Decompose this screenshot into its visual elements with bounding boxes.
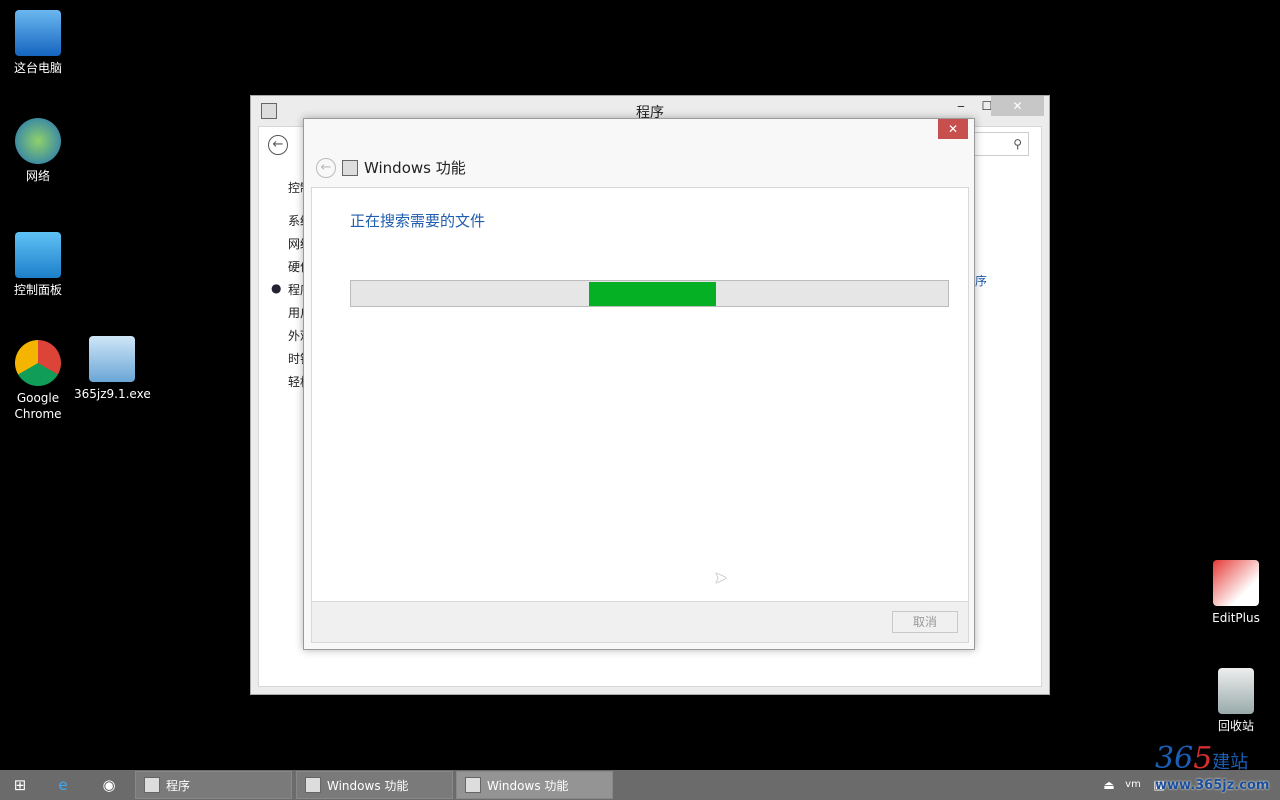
back-icon[interactable]: ← [268,135,288,155]
search-box[interactable]: ⚲ [969,132,1029,156]
vm-tray-icon[interactable]: vm [1122,774,1144,796]
windows-features-dialog: ✕ ← Windows 功能 正在搜索需要的文件 取消 [303,118,975,650]
dialog-footer: 取消 [311,601,969,643]
chrome-icon [15,340,61,386]
window-icon [305,777,321,793]
current-bullet: ● [271,281,282,295]
taskbar-item-windows-features[interactable]: Windows 功能 [296,771,453,799]
status-message: 正在搜索需要的文件 [350,212,486,230]
dialog-content: 正在搜索需要的文件 [311,187,969,601]
chrome-taskbar-icon[interactable]: ◉ [98,774,120,796]
usb-tray-icon[interactable]: ⏏ [1098,774,1120,796]
network-icon [15,118,61,164]
desktop-icon-editplus[interactable]: EditPlus [1198,560,1274,626]
taskbar: ⊞ e ◉ 程序 Windows 功能 Windows 功能 ⏏ vm ▣ [0,770,1280,800]
start-button[interactable]: ⊞ [9,774,31,796]
back-icon[interactable]: ← [316,157,336,178]
desktop-icon-control-panel[interactable]: 控制面板 [0,232,76,298]
cancel-button[interactable]: 取消 [892,611,958,633]
desktop-icon-chrome[interactable]: Google Chrome [0,340,76,422]
taskbar-item-windows-features-active[interactable]: Windows 功能 [456,771,613,799]
close-button[interactable]: ✕ [991,96,1044,116]
desktop-icon-network[interactable]: 网络 [0,118,76,184]
window-icon [465,777,481,793]
mouse-cursor: ➤ [714,568,728,587]
control-panel-icon [15,232,61,278]
computer-icon [15,10,61,56]
recycle-bin-icon [1218,668,1254,714]
programs-link[interactable]: 序 [975,272,987,289]
minimize-button[interactable]: ‒ [951,96,971,116]
dialog-title: Windows 功能 [364,159,466,177]
ie-icon[interactable]: e [52,774,74,796]
dialog-close-button[interactable]: ✕ [938,119,968,139]
watermark-logo: 365建站 www.365jz.com [1155,741,1270,794]
windows-features-icon [342,159,358,176]
progress-bar [350,280,949,307]
installer-icon [89,336,135,382]
editplus-icon [1213,560,1259,606]
search-icon: ⚲ [1013,137,1022,151]
window-icon [144,777,160,793]
desktop-icon-recycle-bin[interactable]: 回收站 [1198,668,1274,734]
desktop-icon-this-pc[interactable]: 这台电脑 [0,10,76,76]
progress-marquee [589,282,716,306]
desktop-icon-installer[interactable]: 365jz9.1.exe [74,336,151,402]
taskbar-item-programs[interactable]: 程序 [135,771,292,799]
